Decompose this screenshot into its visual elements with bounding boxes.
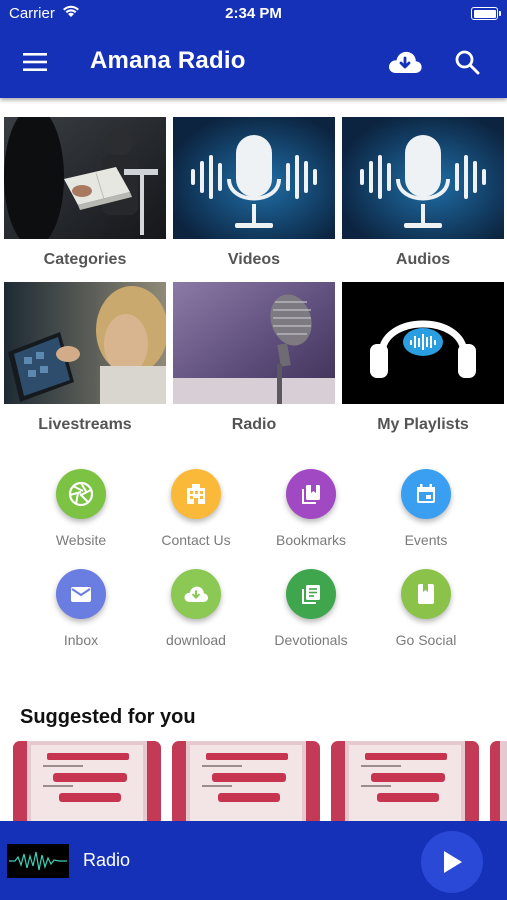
tile-label: Categories [43, 251, 127, 268]
categories-image [4, 117, 166, 239]
tile-videos[interactable]: Videos [173, 117, 335, 269]
download-button[interactable]: download [141, 569, 251, 648]
shortcut-label: Go Social [395, 632, 457, 648]
radio-image [173, 282, 335, 404]
livestreams-image [4, 282, 166, 404]
audios-image [342, 117, 504, 239]
menu-icon[interactable] [22, 50, 48, 74]
shortcut-label: Inbox [63, 632, 99, 648]
play-icon [444, 851, 462, 873]
building-icon [171, 469, 221, 519]
suggested-heading: Suggested for you [20, 706, 196, 728]
shortcut-label: Devotionals [274, 632, 348, 648]
shortcut-label: Website [55, 532, 107, 548]
videos-image [173, 117, 335, 239]
shortcut-label: Events [404, 532, 448, 548]
app-title: Amana Radio [90, 47, 246, 74]
tile-label: Radio [231, 416, 277, 433]
shortcut-label: Contact Us [161, 532, 231, 548]
contact-us-button[interactable]: Contact Us [141, 469, 251, 548]
suggested-card[interactable] [172, 741, 320, 826]
battery-icon [471, 7, 501, 20]
status-bar: Carrier 2:34 PM [0, 0, 507, 28]
tile-radio[interactable]: Radio [173, 282, 335, 434]
tile-label: Audios [395, 251, 451, 268]
app-header: Carrier 2:34 PM Amana Radio [0, 0, 507, 98]
tile-label: My Playlists [377, 416, 469, 433]
bookmarks-button[interactable]: Bookmarks [256, 469, 366, 548]
library-books-icon [286, 569, 336, 619]
suggested-card[interactable] [331, 741, 479, 826]
tile-audios[interactable]: Audios [342, 117, 504, 269]
shortcut-label: download [166, 632, 226, 648]
play-button[interactable] [421, 831, 483, 893]
tile-categories[interactable]: Categories [4, 117, 166, 269]
cloud-download-icon[interactable] [387, 47, 423, 77]
tile-label: Livestreams [38, 416, 132, 433]
cloud-download-icon [171, 569, 221, 619]
shortcut-label: Bookmarks [275, 532, 347, 548]
mini-player: Radio [0, 821, 507, 900]
playlists-image [342, 282, 504, 404]
inbox-button[interactable]: Inbox [26, 569, 136, 648]
search-icon[interactable] [454, 49, 480, 75]
website-button[interactable]: Website [26, 469, 136, 548]
tile-label: Videos [227, 251, 281, 268]
tile-livestreams[interactable]: Livestreams [4, 282, 166, 434]
suggested-card[interactable] [490, 741, 507, 826]
book-icon [401, 569, 451, 619]
calendar-icon [401, 469, 451, 519]
tile-my-playlists[interactable]: My Playlists [342, 282, 504, 434]
player-thumbnail [7, 844, 69, 878]
clock: 2:34 PM [225, 5, 282, 22]
player-title: Radio [83, 850, 131, 870]
suggested-card[interactable] [13, 741, 161, 826]
go-social-button[interactable]: Go Social [371, 569, 481, 648]
events-button[interactable]: Events [371, 469, 481, 548]
bookmarks-icon [286, 469, 336, 519]
aperture-icon [56, 469, 106, 519]
mail-icon [56, 569, 106, 619]
devotionals-button[interactable]: Devotionals [256, 569, 366, 648]
